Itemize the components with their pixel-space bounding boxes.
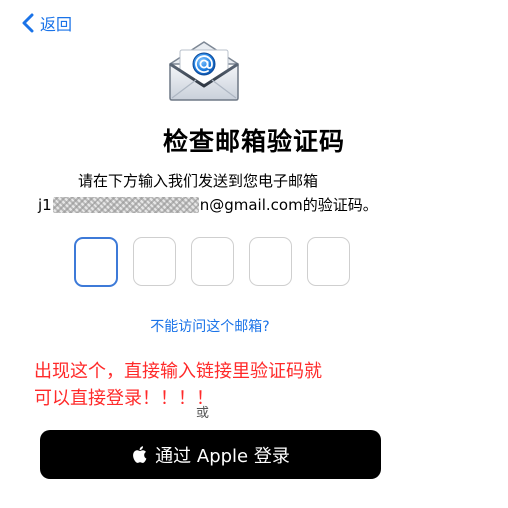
envelope-at-icon [166, 40, 242, 102]
code-digit-box-5[interactable] [307, 237, 350, 286]
annotation-text: 出现这个，直接输入链接里验证码就 可以直接登录！！！！ [34, 358, 414, 412]
annotation-line-1: 出现这个，直接输入链接里验证码就 [34, 361, 322, 382]
instruction-line-2: j1 n@gmail.com 的验证码。 [38, 194, 378, 215]
page-title: 检查邮箱验证码 [162, 127, 345, 156]
email-redacted-mask [52, 196, 199, 213]
chevron-left-icon [22, 13, 34, 33]
email-prefix: j1 [38, 195, 52, 214]
code-digit-box-2[interactable] [133, 237, 176, 286]
email-suffix: n@gmail.com [199, 195, 303, 214]
code-digit-box-4[interactable] [249, 237, 292, 286]
code-digit-box-3[interactable] [191, 237, 234, 286]
or-divider: 或 [196, 406, 210, 421]
verification-code-input[interactable] [74, 237, 350, 287]
back-button[interactable]: 返回 [22, 10, 72, 36]
cant-access-email-link[interactable]: 不能访问这个邮箱? [0, 316, 420, 336]
instruction-line-1: 请在下方输入我们发送到您电子邮箱 [78, 172, 319, 190]
sign-in-with-apple-label: 通过 Apple 登录 [155, 445, 290, 467]
apple-logo-icon [133, 446, 147, 463]
instruction-tail: 的验证码。 [302, 196, 378, 214]
sign-in-with-apple-button[interactable]: 通过 Apple 登录 [40, 430, 381, 479]
annotation-line-2: 可以直接登录！！！！ [34, 388, 214, 409]
back-label: 返回 [40, 15, 73, 34]
code-digit-box-1[interactable] [74, 237, 118, 287]
